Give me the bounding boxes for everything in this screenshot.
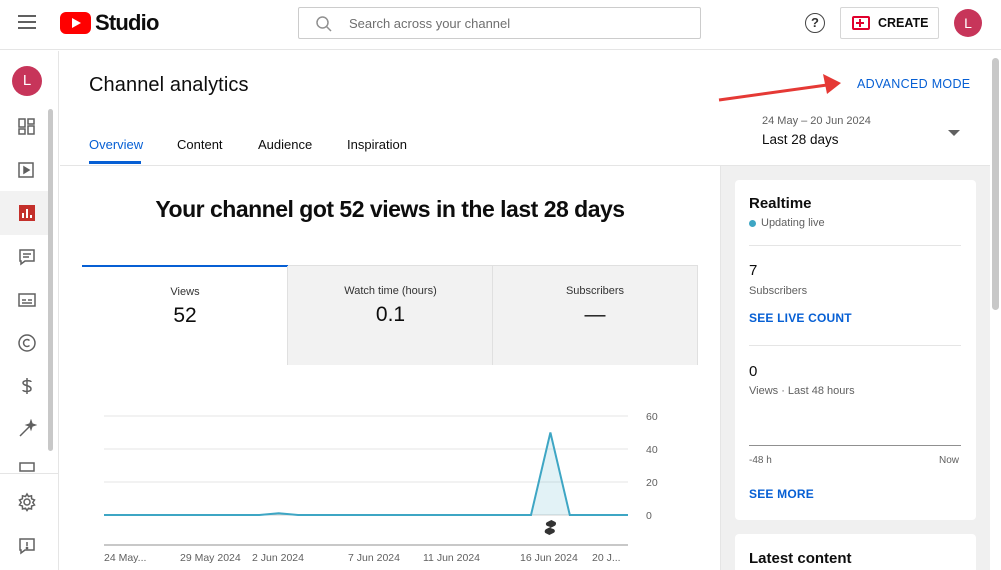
settings-icon[interactable] [17, 492, 37, 512]
realtime-axis [749, 445, 961, 446]
x-tick-label: 2 Jun 2024 [252, 552, 304, 564]
x-tick-label: 20 J... [592, 552, 621, 564]
studio-logo[interactable]: Studio [60, 10, 159, 35]
realtime-status: Updating live [749, 217, 825, 229]
metric-card-subscribers[interactable]: Subscribers — [492, 266, 697, 365]
metric-card-views[interactable]: Views 52 [82, 265, 288, 365]
account-avatar[interactable]: L [954, 9, 982, 37]
metric-value: — [584, 303, 606, 326]
axis-start-label: -48 h [749, 455, 772, 466]
tab-overview[interactable]: Overview [89, 137, 143, 152]
tab-inspiration[interactable]: Inspiration [347, 137, 407, 152]
date-range[interactable]: 24 May – 20 Jun 2024 [762, 115, 871, 127]
realtime-card: Realtime Updating live 7 Subscribers SEE… [735, 180, 976, 520]
y-tick-label: 0 [646, 510, 652, 522]
see-live-count-link[interactable]: SEE LIVE COUNT [749, 311, 852, 325]
create-button[interactable]: CREATE [840, 7, 939, 39]
summary-headline: Your channel got 52 views in the last 28… [155, 196, 625, 222]
top-bar: Studio ? CREATE L [0, 0, 1001, 50]
see-more-link[interactable]: SEE MORE [749, 487, 814, 501]
x-tick-label: 29 May 2024 [180, 552, 241, 564]
live-dot-icon [749, 219, 756, 227]
y-tick-label: 20 [646, 477, 658, 489]
subtitles-icon[interactable] [17, 290, 37, 310]
copyright-icon[interactable] [17, 333, 37, 353]
x-tick-label: 16 Jun 2024 [520, 552, 578, 564]
views-label: Views · Last 48 hours [749, 385, 855, 397]
realtime-status-text: Updating live [761, 217, 825, 229]
channel-avatar[interactable]: L [12, 66, 42, 96]
subscribers-value: 7 [749, 262, 758, 279]
sidebar-divider [0, 473, 59, 474]
y-tick-label: 40 [646, 444, 658, 456]
latest-content-card: Latest content [735, 534, 976, 570]
sidebar-scrollbar[interactable] [48, 109, 53, 451]
views-chart-svg: 60 40 20 0 24 May... 29 May 2024 2 Jun 2024 7 J… [104, 411, 658, 564]
latest-content-title: Latest content [749, 550, 852, 567]
tab-audience[interactable]: Audience [258, 137, 312, 152]
advanced-mode-link[interactable]: ADVANCED MODE [857, 77, 970, 91]
active-tab-indicator [89, 161, 141, 164]
views-value: 0 [749, 363, 758, 380]
divider [749, 245, 961, 246]
date-period-select[interactable]: Last 28 days [762, 132, 839, 147]
create-video-icon [852, 16, 870, 30]
analytics-icon[interactable] [17, 203, 37, 223]
metric-label: Subscribers [565, 285, 625, 297]
menu-icon[interactable] [18, 15, 36, 29]
search-icon [316, 16, 332, 32]
series-area [104, 432, 628, 515]
annotation-arrow-icon [718, 74, 841, 102]
divider [749, 345, 961, 346]
metric-value: 0.1 [375, 303, 406, 326]
feedback-icon[interactable] [17, 536, 37, 556]
help-icon[interactable]: ? [805, 13, 825, 33]
page-title: Channel analytics [89, 74, 249, 96]
shorts-glyph [544, 520, 557, 535]
metric-label: Watch time (hours) [344, 285, 437, 297]
search-input[interactable] [349, 8, 689, 38]
x-tick-label: 24 May... [104, 552, 146, 564]
content-icon[interactable] [17, 160, 37, 180]
metric-value: 52 [173, 304, 197, 327]
x-tick-label: 11 Jun 2024 [423, 552, 480, 564]
tab-content[interactable]: Content [177, 137, 223, 152]
sidebar: L [0, 51, 59, 570]
metric-label: Views [170, 286, 200, 298]
logo-text: Studio [95, 10, 159, 35]
y-tick-label: 60 [646, 411, 658, 423]
subscribers-label: Subscribers [749, 285, 808, 297]
create-label: CREATE [878, 16, 929, 30]
comments-icon[interactable] [17, 247, 37, 267]
earn-icon[interactable] [17, 376, 37, 396]
realtime-title: Realtime [749, 195, 812, 212]
chevron-down-icon[interactable] [948, 130, 960, 136]
x-tick-label: 7 Jun 2024 [348, 552, 400, 564]
axis-end-label: Now [939, 455, 960, 466]
youtube-logo-icon [60, 12, 91, 34]
metric-card-watch-time[interactable]: Watch time (hours) 0.1 [287, 266, 493, 365]
main-scrollbar[interactable] [992, 58, 999, 310]
customization-icon[interactable] [17, 419, 37, 439]
views-chart[interactable]: 60 40 20 0 24 May... 29 May 2024 2 Jun 2024 7 J… [82, 405, 682, 570]
metric-cards: Views 52 Watch time (hours) 0.1 Subscrib… [82, 265, 698, 365]
audio-library-icon[interactable] [17, 461, 37, 481]
dashboard-icon[interactable] [17, 117, 37, 137]
shorts-icon [544, 520, 557, 535]
search-box[interactable] [298, 7, 701, 39]
